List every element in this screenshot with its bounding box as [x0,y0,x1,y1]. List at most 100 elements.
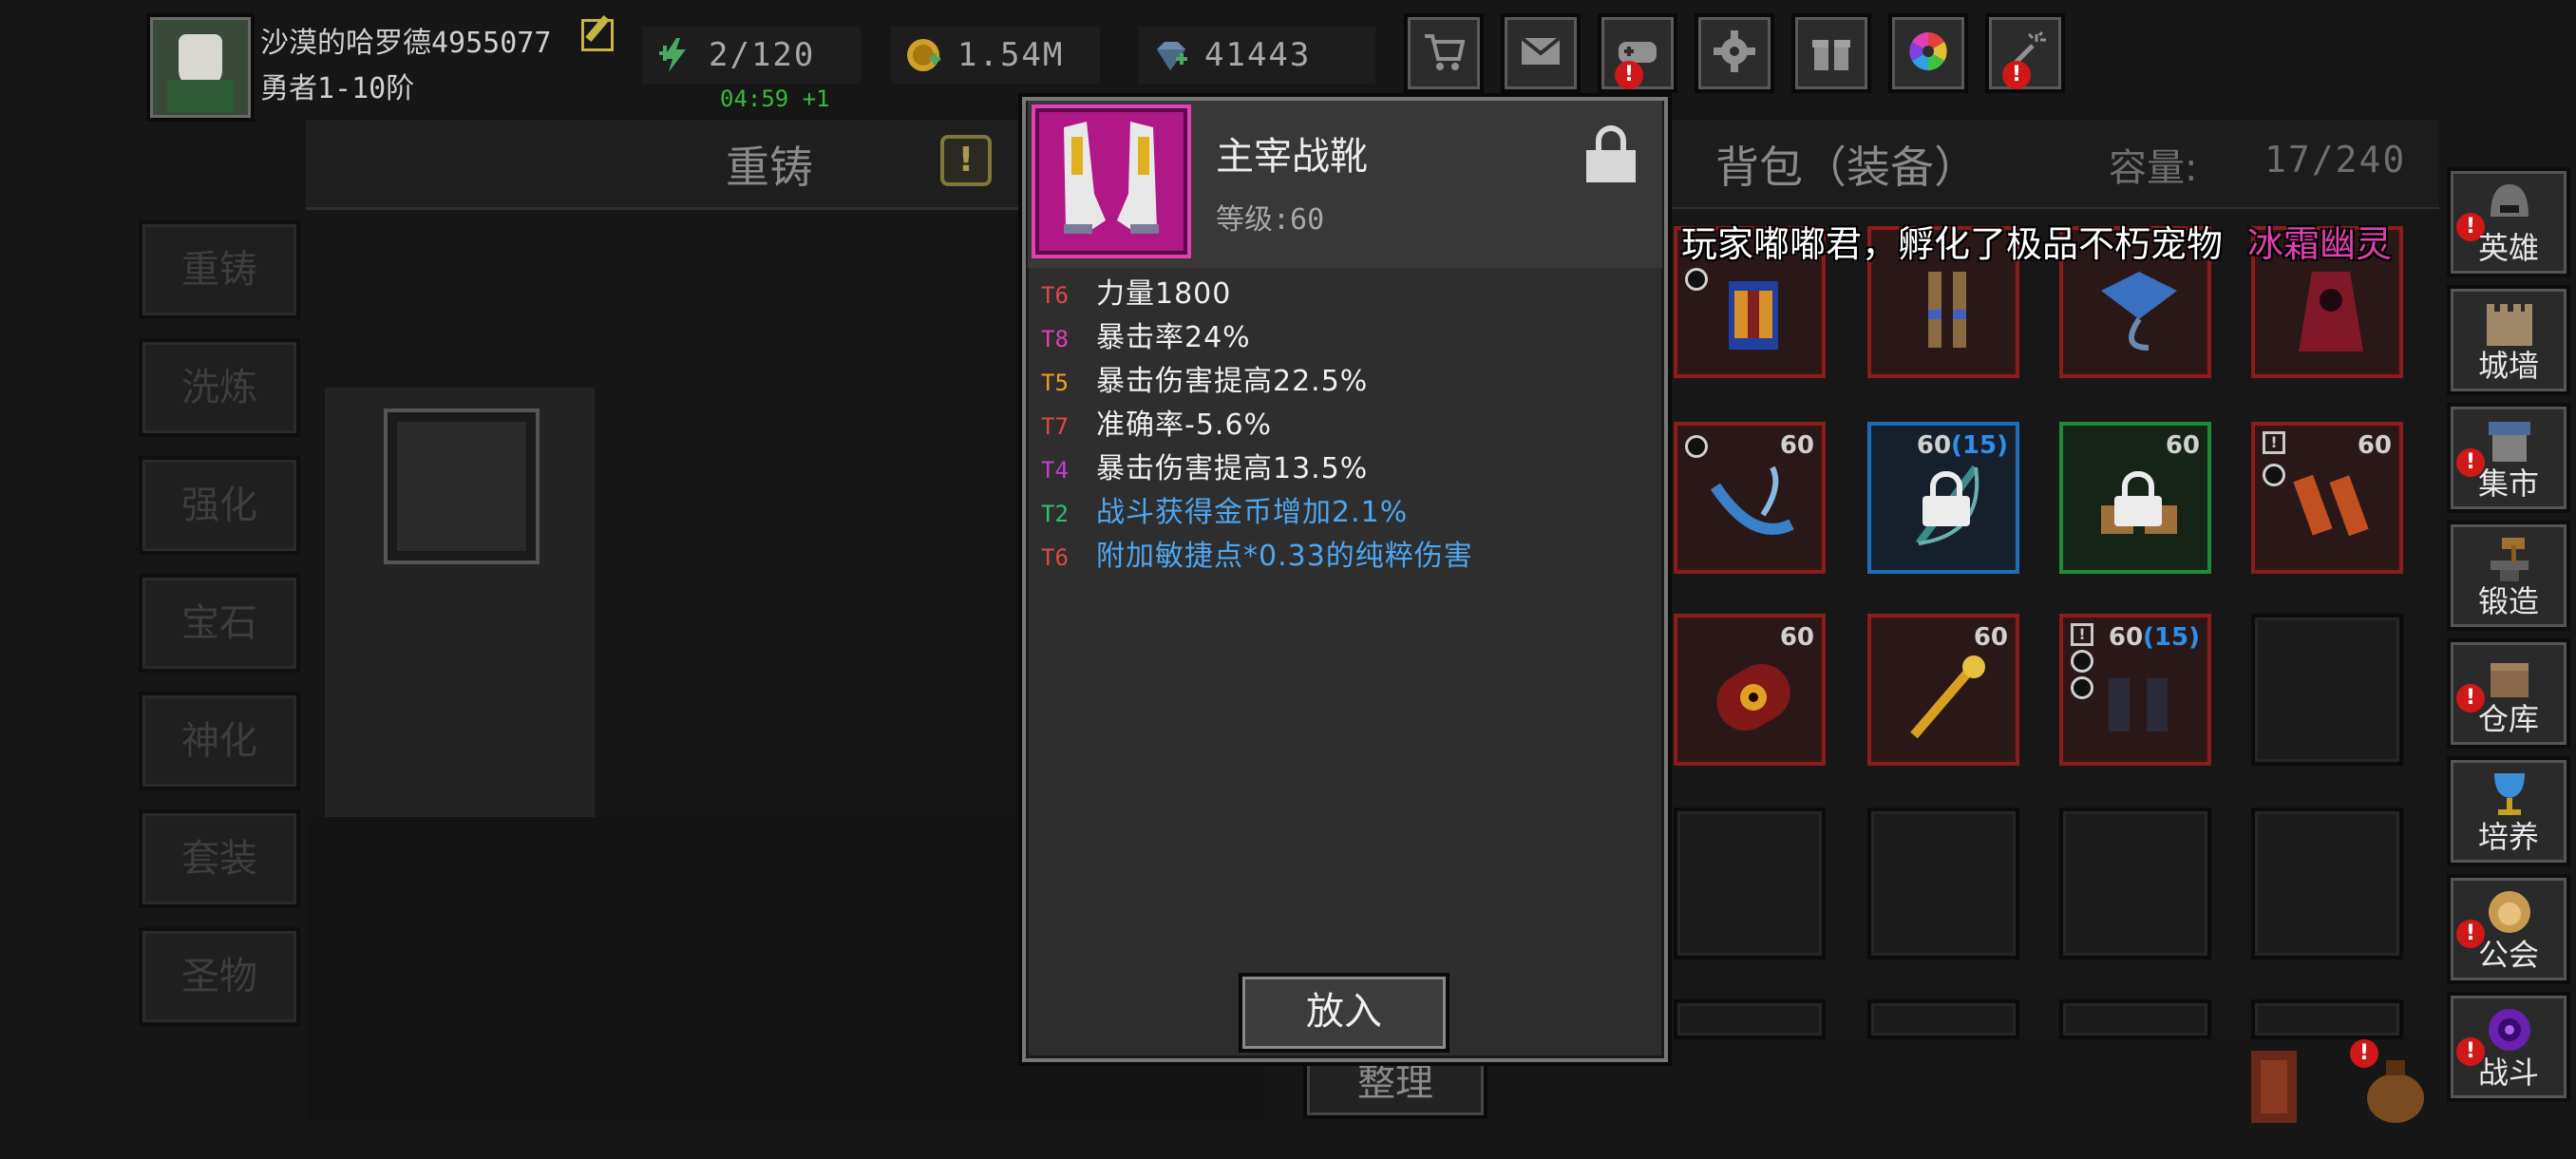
item-level: 60 [1973,623,2008,652]
item-level: 60 [1779,623,1814,652]
tooltip-item-name: 主宰战靴 [1216,135,1368,179]
player-avatar[interactable] [146,13,255,122]
system-broadcast: 恭喜！玩家嘟嘟君，孵化了极品不朽宠物 冰霜幽灵 [1573,215,2392,267]
shop-button[interactable] [1404,13,1484,93]
gold-value: 1.54M [957,36,1065,74]
stat-text: 力量1800 [1096,277,1232,311]
broadcast-pet-name: 冰霜幽灵 [2247,223,2393,265]
nav-wall[interactable]: 城墙 [2447,285,2570,395]
tooltip-stat-row: T8 暴击率24% [1041,317,1251,359]
energy-resource: 2/120 [642,27,861,84]
gift-button[interactable] [1791,13,1871,93]
gem-value: 41443 [1204,36,1312,74]
tab-deify[interactable]: 神化 [139,692,300,790]
armor-quick-icon[interactable] [2228,1041,2320,1132]
cloak-icon [2299,272,2363,352]
gamepad-button[interactable]: ! [1598,13,1677,93]
lock-toggle-icon[interactable] [1586,125,1636,182]
item-level: 60(15) [2108,623,2200,652]
nav-label: 英雄 [2477,230,2539,266]
stat-tier: T2 [1041,501,1069,527]
alert-badge-icon: ! [2350,1039,2378,1068]
stat-tier: T7 [1041,413,1069,440]
blue-claw-weapon-icon [1711,466,1794,535]
chest-armor-icon [1729,281,1778,350]
inventory-slot[interactable]: 60 [1674,614,1826,766]
mail-button[interactable] [1501,13,1581,93]
inventory-slot[interactable]: 60 [2059,422,2211,574]
nav-warehouse[interactable]: ! 仓库 [2447,638,2570,749]
tab-gem[interactable]: 宝石 [139,574,300,673]
golden-staff-icon [1910,656,1985,739]
nav-market[interactable]: ! 集市 [2447,403,2570,513]
item-level: 60 [2165,431,2200,460]
nav-battle[interactable]: ! 战斗 [2447,992,2570,1102]
nav-forge[interactable]: 锻造 [2447,521,2570,631]
gold-coin-icon [907,39,940,71]
edit-name-icon[interactable] [581,19,614,51]
belt-eye-icon [1716,664,1790,731]
mail-icon [1520,36,1562,65]
socket-icon [2071,650,2093,673]
inventory-slot[interactable] [1867,808,2019,960]
nav-label: 公会 [2477,937,2539,973]
player-rank: 勇者1-10阶 [260,72,415,105]
inventory-slot[interactable] [1867,999,2019,1039]
inventory-slot[interactable]: 60(15) ! [2059,614,2211,766]
inventory-slot[interactable] [2251,808,2403,960]
inventory-slot[interactable] [2059,808,2211,960]
amulet-icon [2101,272,2177,351]
item-level: 60 [1779,431,1814,460]
nav-hero[interactable]: ! 英雄 [2447,167,2570,277]
tab-relic[interactable]: 圣物 [139,927,300,1026]
inventory-slot[interactable] [2059,999,2211,1039]
tab-set[interactable]: 套装 [139,809,300,908]
inventory-title: 背包（装备） [1715,142,1978,193]
equipment-slot[interactable] [384,408,540,564]
inventory-slot[interactable]: 60(15) [1867,422,2019,574]
color-wheel-button[interactable] [1888,13,1968,93]
inventory-slot[interactable] [1674,999,1826,1039]
stat-text: 准确率-5.6% [1096,408,1273,442]
help-button[interactable]: ! [940,135,992,186]
fireworks-button[interactable]: ! [1985,13,2065,93]
inventory-slot[interactable] [2251,614,2403,766]
nav-label: 培养 [2477,819,2539,855]
tab-refine[interactable]: 洗炼 [139,338,300,437]
inventory-slot[interactable] [2251,999,2403,1039]
gem-icon [1157,42,1187,70]
tooltip-stat-row: T5 暴击伤害提高22.5% [1041,361,1368,403]
gold-resource: 1.54M [891,27,1100,84]
tooltip-item-level: 等级:60 [1216,203,1325,237]
war-boots-icon [1064,122,1159,234]
socket-icon [1685,268,1708,291]
bracers-icon [2293,474,2369,537]
stat-text: 附加敏捷点*0.33的纯粹伤害 [1096,540,1473,573]
nav-label: 集市 [2477,466,2539,502]
socket-icon [2263,464,2285,486]
stat-text: 暴击率24% [1096,321,1251,354]
reforge-title: 重铸 [726,142,813,193]
energy-timer: 04:59 +1 [720,86,830,112]
put-in-button[interactable]: 放入 [1239,973,1449,1053]
inventory-slot[interactable] [1674,808,1826,960]
nav-cultivate[interactable]: 培养 [2447,756,2570,866]
tab-reforge[interactable]: 重铸 [139,220,300,319]
socket-icon [1685,435,1708,458]
nav-label: 城墙 [2477,348,2539,384]
nav-label: 战斗 [2477,1054,2539,1091]
tooltip-stat-row: T4 暴击伤害提高13.5% [1041,448,1368,490]
leg-armor-icon [1928,272,1966,348]
inventory-slot[interactable]: 60 [1674,422,1826,574]
settings-button[interactable] [1695,13,1774,93]
stat-tier: T6 [1041,282,1069,309]
energy-icon [659,38,686,72]
alert-badge-icon: ! [2002,61,2031,89]
tooltip-stat-row: T6 附加敏捷点*0.33的纯粹伤害 [1041,536,1473,578]
inventory-slot[interactable]: 60 ! [2251,422,2403,574]
inventory-slot[interactable]: 60 [1867,614,2019,766]
stat-tier: T6 [1041,544,1069,571]
tab-enhance[interactable]: 强化 [139,456,300,555]
nav-guild[interactable]: ! 公会 [2447,874,2570,984]
color-wheel-icon [1909,32,1947,70]
